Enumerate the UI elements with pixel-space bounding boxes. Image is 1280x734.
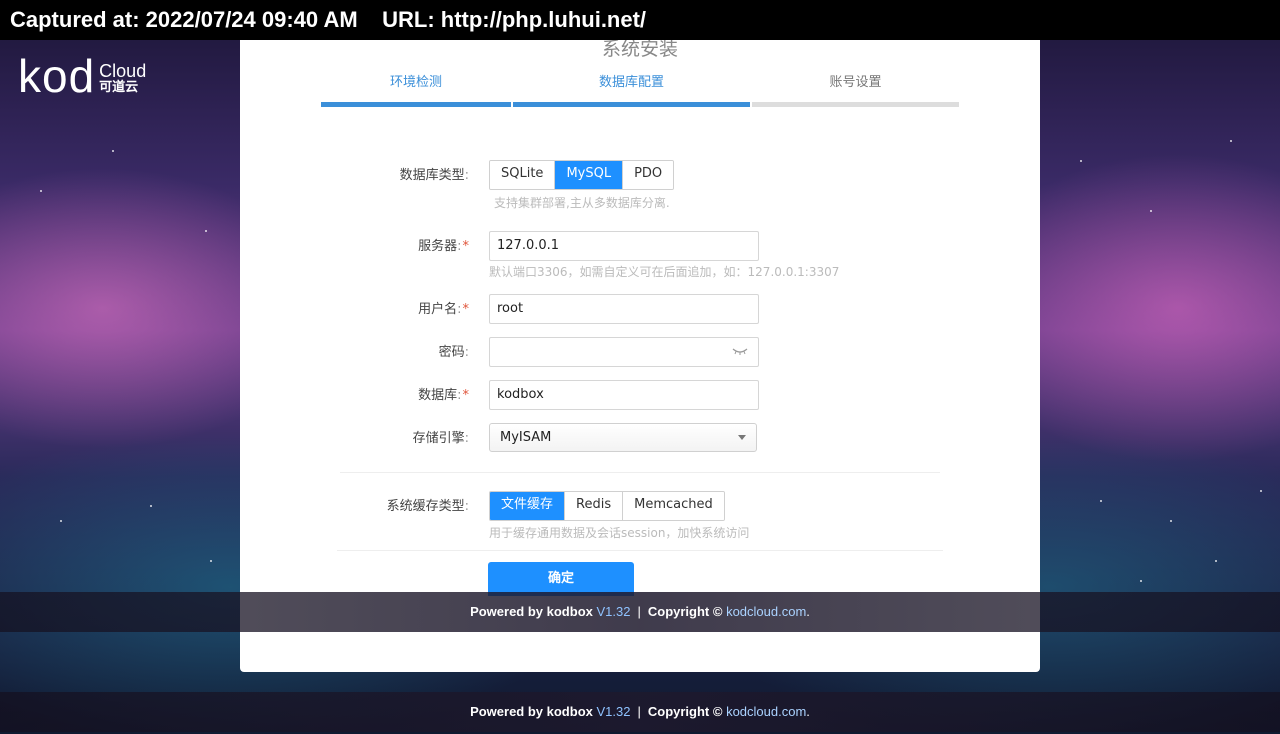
database-input[interactable]: kodbox xyxy=(489,380,759,410)
step-env-check: 环境检测 xyxy=(321,74,511,107)
section-divider xyxy=(337,550,943,551)
chevron-down-icon xyxy=(738,435,746,440)
step-progress-bar xyxy=(513,102,750,107)
capture-info-bar: Captured at: 2022/07/24 09:40 AM URL: ht… xyxy=(0,0,1280,40)
db-type-pdo-option[interactable]: PDO xyxy=(623,161,674,189)
server-label: 服务器:* xyxy=(418,239,469,254)
eye-closed-icon[interactable] xyxy=(732,346,748,356)
cache-type-hint: 用于缓存通用数据及会话session，加快系统访问 xyxy=(489,526,750,540)
db-type-mysql-option[interactable]: MySQL xyxy=(555,161,624,189)
install-panel: 系统安装 环境检测 数据库配置 账号设置 数据库类型: SQLite MySQL… xyxy=(240,38,1040,672)
install-steps: 环境检测 数据库配置 账号设置 xyxy=(321,74,959,107)
step-progress-bar xyxy=(321,102,511,107)
confirm-button[interactable]: 确定 xyxy=(488,562,634,596)
cache-type-redis-option[interactable]: Redis xyxy=(565,492,624,520)
username-label: 用户名:* xyxy=(418,302,469,317)
db-type-hint: 支持集群部署,主从多数据库分离. xyxy=(494,196,670,210)
username-input[interactable]: root xyxy=(489,294,759,324)
db-type-label: 数据库类型: xyxy=(399,168,469,183)
step-label: 账号设置 xyxy=(829,75,882,90)
cache-type-label: 系统缓存类型: xyxy=(386,499,469,514)
db-type-sqlite-option[interactable]: SQLite xyxy=(490,161,556,189)
logo-chinese-text: 可道云 xyxy=(99,80,139,95)
server-hint: 默认端口3306，如需自定义可在后面追加，如：127.0.0.1:3307 xyxy=(489,265,840,279)
cache-type-selector: 文件缓存 Redis Memcached xyxy=(489,491,725,521)
cache-type-memcached-option[interactable]: Memcached xyxy=(623,492,724,520)
kodcloud-link[interactable]: kodcloud.com xyxy=(726,604,806,619)
footer: Powered by kodbox V1.32 | Copyright © kodc… xyxy=(0,692,1280,732)
database-label: 数据库:* xyxy=(418,388,469,403)
step-label: 环境检测 xyxy=(389,75,442,90)
password-label: 密码: xyxy=(438,345,469,360)
step-account-setup: 账号设置 xyxy=(752,74,959,107)
password-input[interactable] xyxy=(489,337,759,367)
logo-wordmark: kod xyxy=(18,50,96,102)
footer-overlay: Powered by kodbox V1.32 | Copyright © kodc… xyxy=(0,592,1280,632)
logo-cloud-text: Cloud xyxy=(99,61,147,81)
kodcloud-link[interactable]: kodcloud.com xyxy=(726,704,806,719)
db-type-selector: SQLite MySQL PDO xyxy=(489,160,675,190)
step-label: 数据库配置 xyxy=(598,75,664,90)
cache-type-file-option[interactable]: 文件缓存 xyxy=(490,492,566,520)
server-input[interactable]: 127.0.0.1 xyxy=(489,231,759,261)
step-db-config: 数据库配置 xyxy=(513,74,750,107)
engine-select[interactable]: MyISAM xyxy=(489,423,757,452)
step-progress-bar xyxy=(752,102,959,107)
kodcloud-logo: kod Cloud 可道云 xyxy=(18,50,147,102)
section-divider xyxy=(340,472,940,473)
engine-label: 存储引擎: xyxy=(412,431,469,446)
